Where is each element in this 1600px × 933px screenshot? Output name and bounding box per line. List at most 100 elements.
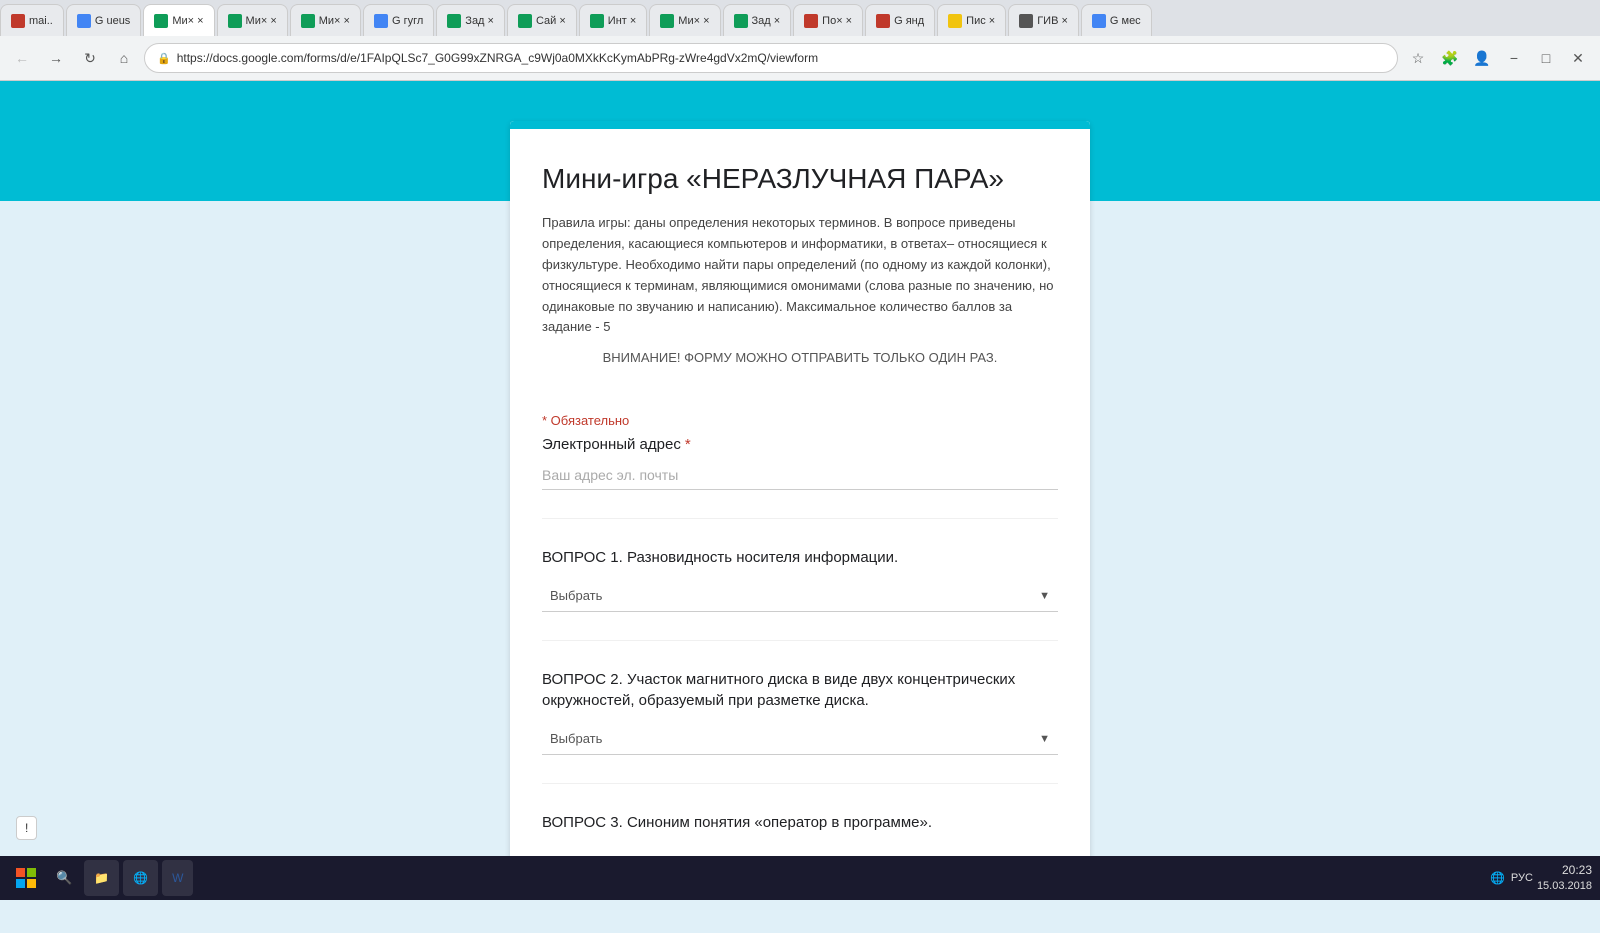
close-button[interactable]: ✕ [1564,44,1592,72]
tab-label: Ми× × [319,15,350,27]
tab-favicon [154,14,168,28]
tab-favicon [876,14,890,28]
clock-date: 15.03.2018 [1537,879,1592,894]
question-3-label: ВОПРОС 3. Синоним понятия «оператор в пр… [542,812,1058,833]
question-1-dropdown[interactable]: Выбрать [542,580,1058,612]
tab-label: G мес [1110,15,1141,27]
tab-po[interactable]: По× × [793,4,863,36]
network-icon: 🌐 [1490,871,1505,885]
nav-bar: ← → ↻ ⌂ 🔒 https://docs.google.com/forms/… [0,36,1600,80]
divider-2 [542,640,1058,641]
clock-time: 20:23 [1537,862,1592,879]
tab-zad-2[interactable]: Зад × [723,4,792,36]
tab-favicon [804,14,818,28]
tab-label: Зад × [465,15,494,27]
tab-label: G ueus [95,15,130,27]
tab-sai[interactable]: Сай × [507,4,577,36]
tab-favicon [590,14,604,28]
tab-favicon [228,14,242,28]
tab-mini-2[interactable]: Ми× × [217,4,288,36]
tab-favicon [374,14,388,28]
tab-mini-active[interactable]: Ми× × [143,4,214,36]
lock-icon: 🔒 [157,52,171,65]
tab-label: ГИВ × [1037,15,1068,27]
tab-favicon [11,14,25,28]
tab-label: Ми× × [172,15,203,27]
profile-button[interactable]: 👤 [1468,44,1496,72]
question-2-dropdown[interactable]: Выбрать [542,723,1058,755]
tab-label: Ми× × [246,15,277,27]
tab-mini-3[interactable]: Ми× × [290,4,361,36]
form-header: Мини-игра «НЕРАЗЛУЧНАЯ ПАРА» Правила игр… [510,121,1090,397]
nav-actions: ☆ 🧩 👤 − □ ✕ [1404,44,1592,72]
explorer-icon: 📁 [94,871,109,885]
tab-int[interactable]: Инт × [579,4,648,36]
question-1-label: ВОПРОС 1. Разновидность носителя информа… [542,547,1058,568]
tab-favicon [1092,14,1106,28]
tab-zad-1[interactable]: Зад × [436,4,505,36]
tab-label: Инт × [608,15,637,27]
lang-indicator: РУС [1511,872,1533,884]
tab-bar: mai.. G ueus Ми× × Ми× × Ми× × G гугл За… [0,0,1600,36]
tab-favicon [948,14,962,28]
minimize-button[interactable]: − [1500,44,1528,72]
bookmark-button[interactable]: ☆ [1404,44,1432,72]
question-2-section: ВОПРОС 2. Участок магнитного диска в вид… [542,669,1058,755]
tray-clock: 20:23 15.03.2018 [1537,862,1592,894]
form-warning: ВНИМАНИЕ! ФОРМУ МОЖНО ОТПРАВИТЬ ТОЛЬКО О… [542,350,1058,365]
taskbar-explorer[interactable]: 📁 [84,860,119,896]
start-button[interactable] [8,860,44,896]
form-card: Мини-игра «НЕРАЗЛУЧНАЯ ПАРА» Правила игр… [510,121,1090,893]
search-icon: 🔍 [56,870,72,886]
address-text: https://docs.google.com/forms/d/e/1FAIpQ… [177,51,1385,65]
tab-favicon [447,14,461,28]
email-section: Электронный адрес * [542,436,1058,490]
tab-label: Сай × [536,15,566,27]
taskbar: 🔍 📁 🌐 W 🌐 РУС 20:23 15.03.2018 [0,856,1600,900]
tab-pis[interactable]: Пис × [937,4,1006,36]
tab-yandex[interactable]: G янд [865,4,935,36]
browser-chrome: mai.. G ueus Ми× × Ми× × Ми× × G гугл За… [0,0,1600,81]
form-body: Электронный адрес * ВОПРОС 1. Разновидно… [510,436,1090,893]
page-content: Мини-игра «НЕРАЗЛУЧНАЯ ПАРА» Правила игр… [0,201,1600,933]
tab-mini-4[interactable]: Ми× × [649,4,720,36]
tab-favicon [77,14,91,28]
tab-mail[interactable]: mai.. [0,4,64,36]
tab-giv[interactable]: ГИВ × [1008,4,1079,36]
question-1-section: ВОПРОС 1. Разновидность носителя информа… [542,547,1058,612]
address-bar[interactable]: 🔒 https://docs.google.com/forms/d/e/1FAI… [144,43,1398,73]
tab-favicon [301,14,315,28]
tab-google[interactable]: G гугл [363,4,434,36]
tab-label: Пис × [966,15,995,27]
question-2-select-wrapper: Выбрать [542,723,1058,755]
tab-favicon [734,14,748,28]
home-button[interactable]: ⌂ [110,44,138,72]
required-star: * [685,436,691,453]
tab-favicon [518,14,532,28]
tab-mes[interactable]: G мес [1081,4,1152,36]
email-input[interactable] [542,461,1058,490]
word-icon: W [172,871,183,885]
required-note: * Обязательно [510,397,1090,436]
email-label: Электронный адрес * [542,436,1058,453]
maximize-button[interactable]: □ [1532,44,1560,72]
taskbar-chrome[interactable]: 🌐 [123,860,158,896]
back-button[interactable]: ← [8,44,36,72]
tab-label: G янд [894,15,924,27]
extension-button[interactable]: 🧩 [1436,44,1464,72]
tab-label: Зад × [752,15,781,27]
tab-label: Ми× × [678,15,709,27]
tab-g-ueus[interactable]: G ueus [66,4,141,36]
taskbar-search-button[interactable]: 🔍 [48,866,80,890]
tray-icons: 🌐 РУС [1490,871,1533,885]
forward-button[interactable]: → [42,44,70,72]
tab-label: По× × [822,15,852,27]
windows-logo-icon [16,868,36,888]
divider-1 [542,518,1058,519]
form-title: Мини-игра «НЕРАЗЛУЧНАЯ ПАРА» [542,161,1058,197]
question-3-section: ВОПРОС 3. Синоним понятия «оператор в пр… [542,812,1058,833]
tab-label: G гугл [392,15,423,27]
taskbar-word[interactable]: W [162,860,193,896]
tab-favicon [660,14,674,28]
refresh-button[interactable]: ↻ [76,44,104,72]
